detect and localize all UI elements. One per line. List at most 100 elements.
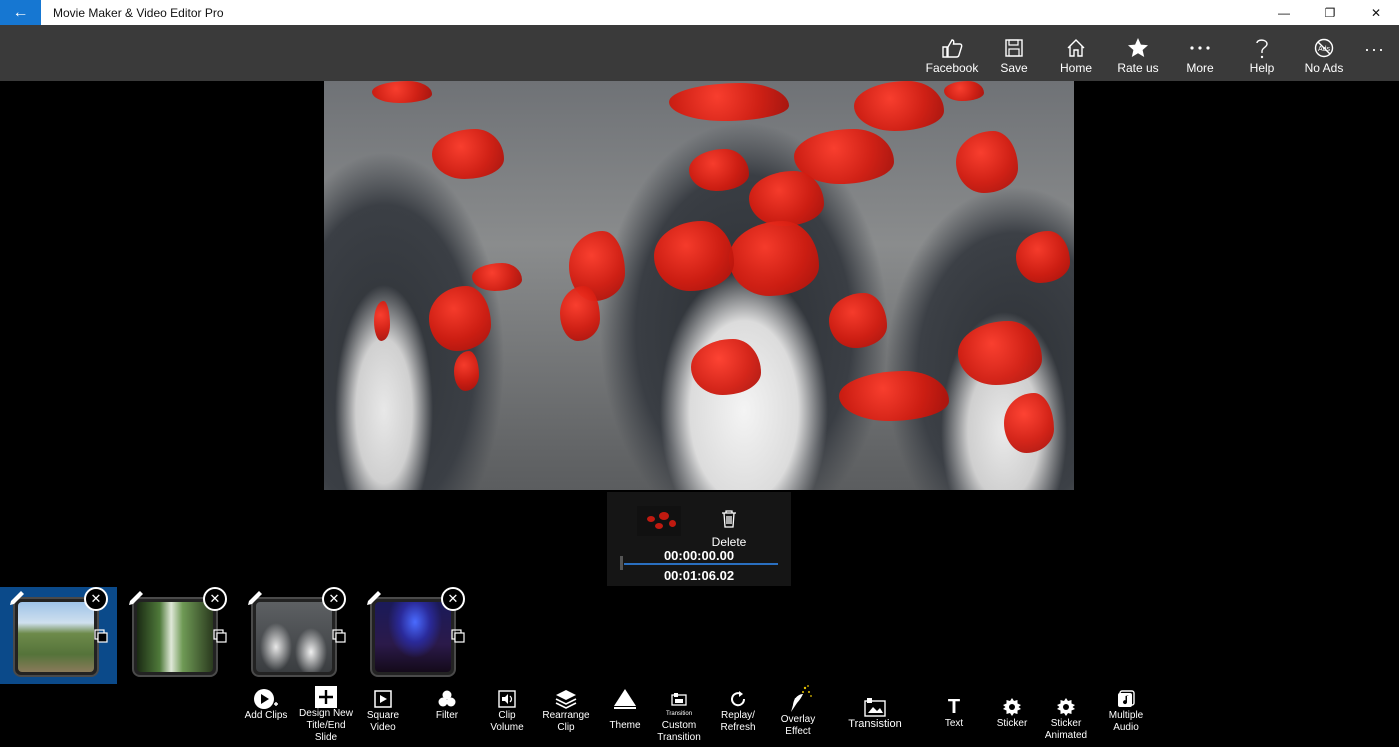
clip-start-time: 00:00:00.00 <box>663 548 735 563</box>
refresh-icon <box>729 688 747 710</box>
rearrange-clip-button[interactable]: Rearrange Clip <box>541 688 591 734</box>
text-button[interactable]: T Text <box>936 696 972 730</box>
thumbs-up-icon <box>941 37 963 59</box>
triangle-icon <box>613 688 637 710</box>
clip-thumbnail <box>13 597 99 677</box>
filter-label: Filter <box>435 710 459 721</box>
transition-button[interactable]: Transistion <box>848 696 902 730</box>
petal-overlay <box>854 81 944 131</box>
home-button[interactable]: Home <box>1045 25 1107 81</box>
clip-item[interactable]: ✕ <box>0 587 117 684</box>
help-button[interactable]: Help <box>1231 25 1293 81</box>
add-clips-icon <box>253 688 279 710</box>
timeline-bar[interactable] <box>624 563 778 565</box>
back-arrow-icon: ← <box>12 3 29 21</box>
restore-icon: ❐ <box>1324 5 1336 20</box>
restore-button[interactable]: ❐ <box>1307 0 1353 25</box>
edit-pencil-icon[interactable] <box>6 587 28 609</box>
overlay-effect-label: Overlay <box>780 714 816 725</box>
no-ads-label: No Ads <box>1304 61 1344 75</box>
replay-label: Refresh <box>720 722 756 733</box>
facebook-button[interactable]: Facebook <box>921 25 983 81</box>
petal-overlay <box>729 221 819 296</box>
overflow-more-icon[interactable]: ··· <box>1364 39 1385 60</box>
clip-item[interactable]: ✕ <box>357 587 474 684</box>
home-icon <box>1066 37 1086 59</box>
command-bar: Facebook Save Home Rate us More Help Ads <box>0 25 1399 81</box>
filter-button[interactable]: Filter <box>427 688 467 722</box>
star-icon <box>1127 37 1149 59</box>
duplicate-clip-icon[interactable] <box>451 629 465 643</box>
design-title-label: Slide <box>314 732 338 743</box>
trash-icon <box>709 510 749 533</box>
save-button[interactable]: Save <box>983 25 1045 81</box>
transition-icon <box>671 688 687 710</box>
duplicate-clip-icon[interactable] <box>94 629 108 643</box>
custom-transition-label: Transition <box>657 732 701 743</box>
close-icon: ✕ <box>1370 5 1382 20</box>
petal-overlay <box>1016 231 1070 283</box>
petal-overlay <box>749 171 824 226</box>
filter-icon <box>437 688 457 710</box>
transition-image-icon <box>864 696 886 718</box>
sticker-animated-label: Animated <box>1044 730 1088 741</box>
video-preview[interactable] <box>324 81 1074 490</box>
clip-detail-panel: Delete 00:00:00.00 00:01:06.02 <box>607 492 791 586</box>
clip-thumbnail <box>370 597 456 677</box>
remove-clip-icon[interactable]: ✕ <box>322 587 346 611</box>
edit-pencil-icon[interactable] <box>244 587 266 609</box>
sticker-animated-label: Sticker <box>1050 718 1082 729</box>
petal-overlay <box>472 263 522 291</box>
duplicate-clip-icon[interactable] <box>332 629 346 643</box>
svg-text:Ads: Ads <box>1318 46 1331 53</box>
custom-transition-button[interactable]: Transition Custom Transition <box>654 688 704 744</box>
no-ads-button[interactable]: Ads No Ads <box>1293 25 1355 81</box>
multiple-audio-label: Audio <box>1113 722 1139 733</box>
edit-pencil-icon[interactable] <box>363 587 385 609</box>
square-video-label: Square <box>366 710 400 721</box>
clip-thumbnail <box>132 597 218 677</box>
edit-pencil-icon[interactable] <box>125 587 147 609</box>
square-video-icon <box>374 688 392 710</box>
square-video-button[interactable]: Square Video <box>363 688 403 734</box>
petal-overlay <box>374 301 390 341</box>
theme-button[interactable]: Theme <box>605 688 645 732</box>
sticker-animated-button[interactable]: Sticker Animated <box>1043 696 1089 742</box>
petal-overlay <box>958 321 1042 385</box>
add-clips-button[interactable]: Add Clips <box>241 688 291 722</box>
facebook-label: Facebook <box>925 61 979 75</box>
duplicate-clip-icon[interactable] <box>213 629 227 643</box>
rate-us-button[interactable]: Rate us <box>1107 25 1169 81</box>
no-ads-icon: Ads <box>1314 37 1334 59</box>
square-video-label: Video <box>370 722 396 733</box>
delete-button[interactable]: Delete <box>709 510 749 549</box>
minimize-button[interactable]: — <box>1261 0 1307 25</box>
petal-overlay <box>454 351 479 391</box>
rearrange-label: Rearrange <box>542 710 590 721</box>
clip-volume-button[interactable]: Clip Volume <box>487 688 527 734</box>
petal-overlay <box>1004 393 1054 453</box>
text-label: Text <box>944 718 964 729</box>
multiple-audio-button[interactable]: Multiple Audio <box>1104 688 1148 734</box>
back-button[interactable]: ← <box>0 0 41 25</box>
rate-us-label: Rate us <box>1117 61 1159 75</box>
sticker-button[interactable]: Sticker <box>992 696 1032 730</box>
sticker-label: Sticker <box>996 718 1028 729</box>
clip-item[interactable]: ✕ <box>238 587 355 684</box>
floppy-disk-icon <box>1004 37 1024 59</box>
remove-clip-icon[interactable]: ✕ <box>441 587 465 611</box>
clip-item[interactable]: ✕ <box>119 587 236 684</box>
replay-label: Replay/ <box>721 710 755 721</box>
remove-clip-icon[interactable]: ✕ <box>203 587 227 611</box>
more-button[interactable]: More <box>1169 25 1231 81</box>
petal-overlay <box>669 83 789 121</box>
delete-label: Delete <box>711 535 747 549</box>
close-button[interactable]: ✕ <box>1353 0 1399 25</box>
remove-clip-icon[interactable]: ✕ <box>84 587 108 611</box>
overlay-effect-button[interactable]: Overlay Effect <box>776 684 820 738</box>
overlay-effect-thumbnail[interactable] <box>637 506 681 536</box>
design-title-slide-button[interactable]: Design New Title/End Slide <box>298 686 354 744</box>
theme-label: Theme <box>609 720 641 731</box>
add-clips-label: Add Clips <box>244 710 288 721</box>
replay-refresh-button[interactable]: Replay/ Refresh <box>716 688 760 734</box>
